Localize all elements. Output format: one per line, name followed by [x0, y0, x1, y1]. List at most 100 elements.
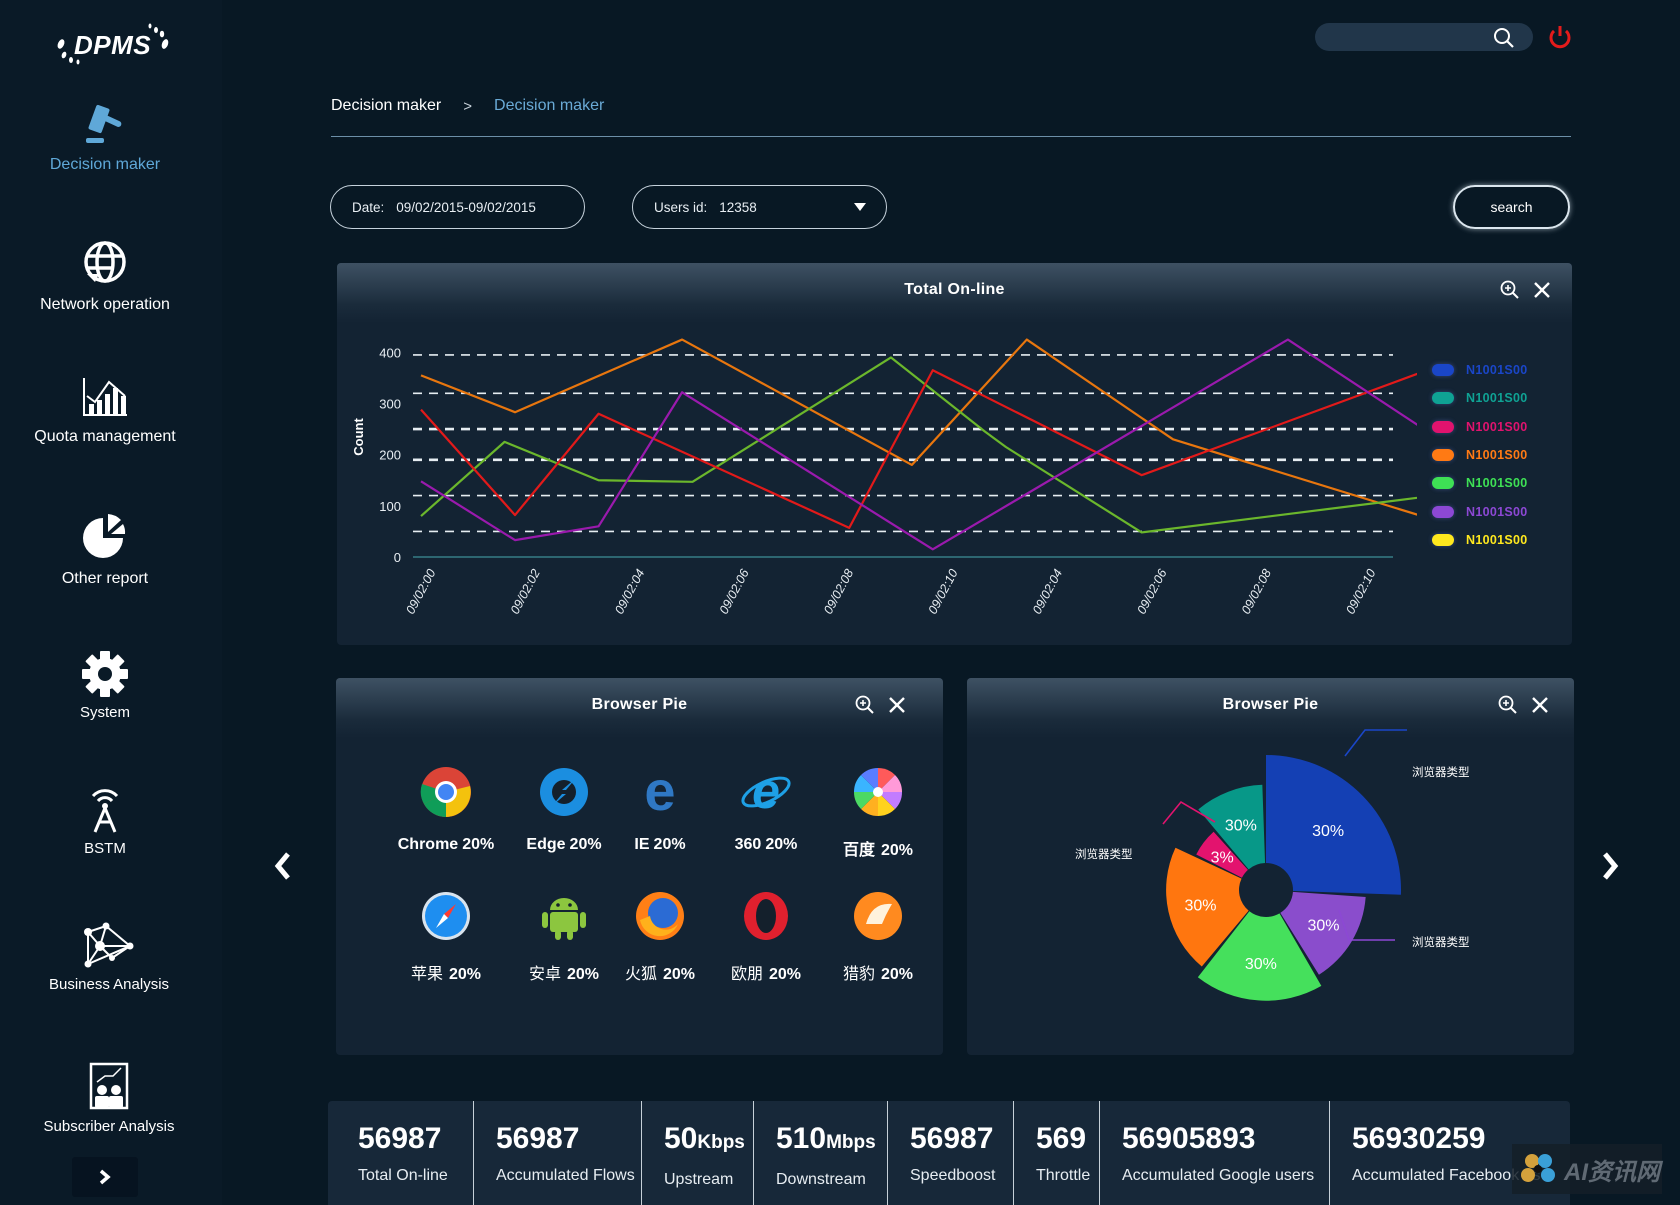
browser-label: 欧朋 20%: [706, 960, 826, 984]
browser-name: 猎豹: [842, 966, 875, 983]
series-line-purple: [420, 338, 1417, 551]
stat-value: 569: [1036, 1121, 1099, 1157]
gear-icon: [82, 651, 128, 697]
x-tick-label: 09/02:06: [1134, 567, 1169, 617]
sidebar-item-decision-maker[interactable]: Decision maker: [0, 100, 210, 174]
sidebar-item-label: Decision maker: [49, 156, 161, 173]
browser-item[interactable]: 欧朋 20%: [706, 890, 826, 984]
browser-label: 360 20%: [706, 836, 826, 854]
sidebar-item-label: BSTM: [84, 840, 126, 857]
legend-item[interactable]: N1001S00: [1432, 497, 1527, 525]
stat-number: 510: [776, 1122, 827, 1155]
browser-item[interactable]: 猎豹 20%: [818, 890, 938, 984]
legend-item[interactable]: N1001S00: [1432, 469, 1527, 497]
legend-swatch: [1432, 477, 1454, 490]
sidebar-item-quota-management[interactable]: Quota management: [0, 378, 210, 446]
user-id-select[interactable]: Users id: 12358: [632, 185, 887, 229]
bar-chart-trend-icon: [83, 378, 127, 416]
browser-item[interactable]: e IE 20%: [600, 759, 720, 854]
browser-name: IE: [634, 836, 650, 853]
browser-item[interactable]: 苹果 20%: [386, 890, 506, 984]
legend-swatch: [1432, 420, 1454, 433]
stat-value: 56987: [910, 1121, 1013, 1157]
pie-slice-label: 3%: [1211, 849, 1234, 866]
cheetah-browser-icon: [852, 890, 904, 942]
breadcrumb-parent[interactable]: Decision maker: [331, 97, 441, 115]
close-icon[interactable]: [1532, 280, 1552, 300]
close-icon[interactable]: [887, 695, 907, 715]
search-icon[interactable]: [1493, 27, 1515, 49]
search-button[interactable]: search: [1453, 185, 1570, 229]
date-range-field[interactable]: Date: 09/02/2015-09/02/2015: [330, 185, 585, 229]
legend-item[interactable]: N1001S00: [1432, 526, 1527, 554]
global-search-input[interactable]: [1315, 23, 1485, 51]
sidebar-item-subscriber-analysis[interactable]: Subscriber Analysis: [4, 1062, 214, 1135]
x-tick-label: 09/02:08: [821, 567, 856, 617]
pie-callout-label: 浏览器类型: [1075, 847, 1133, 861]
gavel-icon: [86, 104, 122, 143]
browser-label: IE 20%: [600, 836, 720, 854]
legend-item[interactable]: N1001S00: [1432, 384, 1527, 412]
chevron-left-icon[interactable]: [270, 848, 296, 884]
y-tick-label: 100: [379, 499, 401, 514]
legend-item[interactable]: N1001S00: [1432, 356, 1527, 384]
stat-unit: Mbps: [826, 1132, 876, 1153]
legend-label: N1001S00: [1466, 448, 1528, 463]
x-tick-label: 09/02:02: [508, 567, 543, 617]
legend-swatch: [1432, 392, 1454, 405]
baidu-browser-icon: [852, 766, 904, 818]
network-graph-icon: [84, 922, 134, 968]
x-tick-label: 09/02:04: [1030, 567, 1065, 617]
sidebar-item-system[interactable]: System: [0, 650, 210, 721]
sidebar-expand-button[interactable]: [72, 1157, 138, 1197]
series-line-green: [420, 356, 1417, 534]
stat-card: 56987 Total On-line: [328, 1101, 474, 1205]
legend-label: N1001S00: [1466, 419, 1528, 434]
stat-label: Throttle: [1036, 1167, 1091, 1184]
browser-label: 火狐 20%: [600, 960, 720, 984]
browser-percent: 20%: [880, 966, 914, 983]
browser-name: 百度: [842, 842, 875, 859]
pie-chart-icon: [83, 514, 126, 558]
stat-card: 56905893 Accumulated Google users: [1100, 1101, 1330, 1205]
stat-card: 569 Throttle: [1014, 1101, 1100, 1205]
globe-refresh-icon: [84, 241, 126, 283]
browser-item[interactable]: 火狐 20%: [600, 890, 720, 984]
header-divider: [331, 136, 1571, 137]
power-icon[interactable]: [1546, 23, 1574, 51]
sidebar-item-bstm[interactable]: BSTM: [0, 788, 210, 857]
y-tick-label: 200: [379, 448, 401, 463]
browser-label: 猎豹 20%: [818, 960, 938, 984]
legend-item[interactable]: N1001S00: [1432, 441, 1527, 469]
firefox-icon: [634, 890, 686, 942]
sidebar-item-business-analysis[interactable]: Business Analysis: [4, 922, 214, 993]
android-icon: [538, 890, 590, 942]
chart-legend: N1001S00 N1001S00 N1001S00 N1001S00 N1001S00…: [1432, 356, 1527, 554]
browser-percent: 20%: [662, 966, 696, 983]
zoom-in-icon[interactable]: [855, 695, 875, 715]
stat-label: Upstream: [664, 1171, 734, 1188]
pie-slice-label: 30%: [1225, 818, 1257, 835]
browser-name: 360: [734, 836, 762, 853]
legend-label: N1001S00: [1466, 532, 1528, 547]
browser-item[interactable]: 百度 20%: [818, 766, 938, 860]
zoom-in-icon[interactable]: [1500, 280, 1520, 300]
legend-item[interactable]: N1001S00: [1432, 413, 1527, 441]
legend-label: N1001S00: [1466, 363, 1528, 378]
breadcrumb: Decision maker > Decision maker: [331, 97, 604, 115]
browser-name: 安卓: [528, 966, 561, 983]
stat-label: Total On-line: [358, 1167, 448, 1184]
browser-percent: 20%: [768, 966, 802, 983]
safari-icon: [420, 890, 472, 942]
legend-swatch: [1432, 505, 1454, 518]
logo-text: DPMS: [74, 30, 152, 60]
browser-percent: 20%: [880, 842, 914, 859]
presentation-users-icon: [89, 1062, 129, 1110]
sidebar-item-network-operation[interactable]: Network operation: [0, 238, 210, 314]
chevron-right-icon[interactable]: [1597, 848, 1623, 884]
browser-item[interactable]: Chrome 20%: [386, 766, 506, 854]
browser-item[interactable]: e 360 20%: [706, 763, 826, 854]
sidebar-item-other-report[interactable]: Other report: [0, 512, 210, 588]
browser-pie-panel-right: Browser Pie 30% 30% 30% 30% 3% 30% 浏览器类型 浏览器类型浏…: [967, 678, 1574, 1055]
chevron-right-icon: [99, 1169, 111, 1185]
